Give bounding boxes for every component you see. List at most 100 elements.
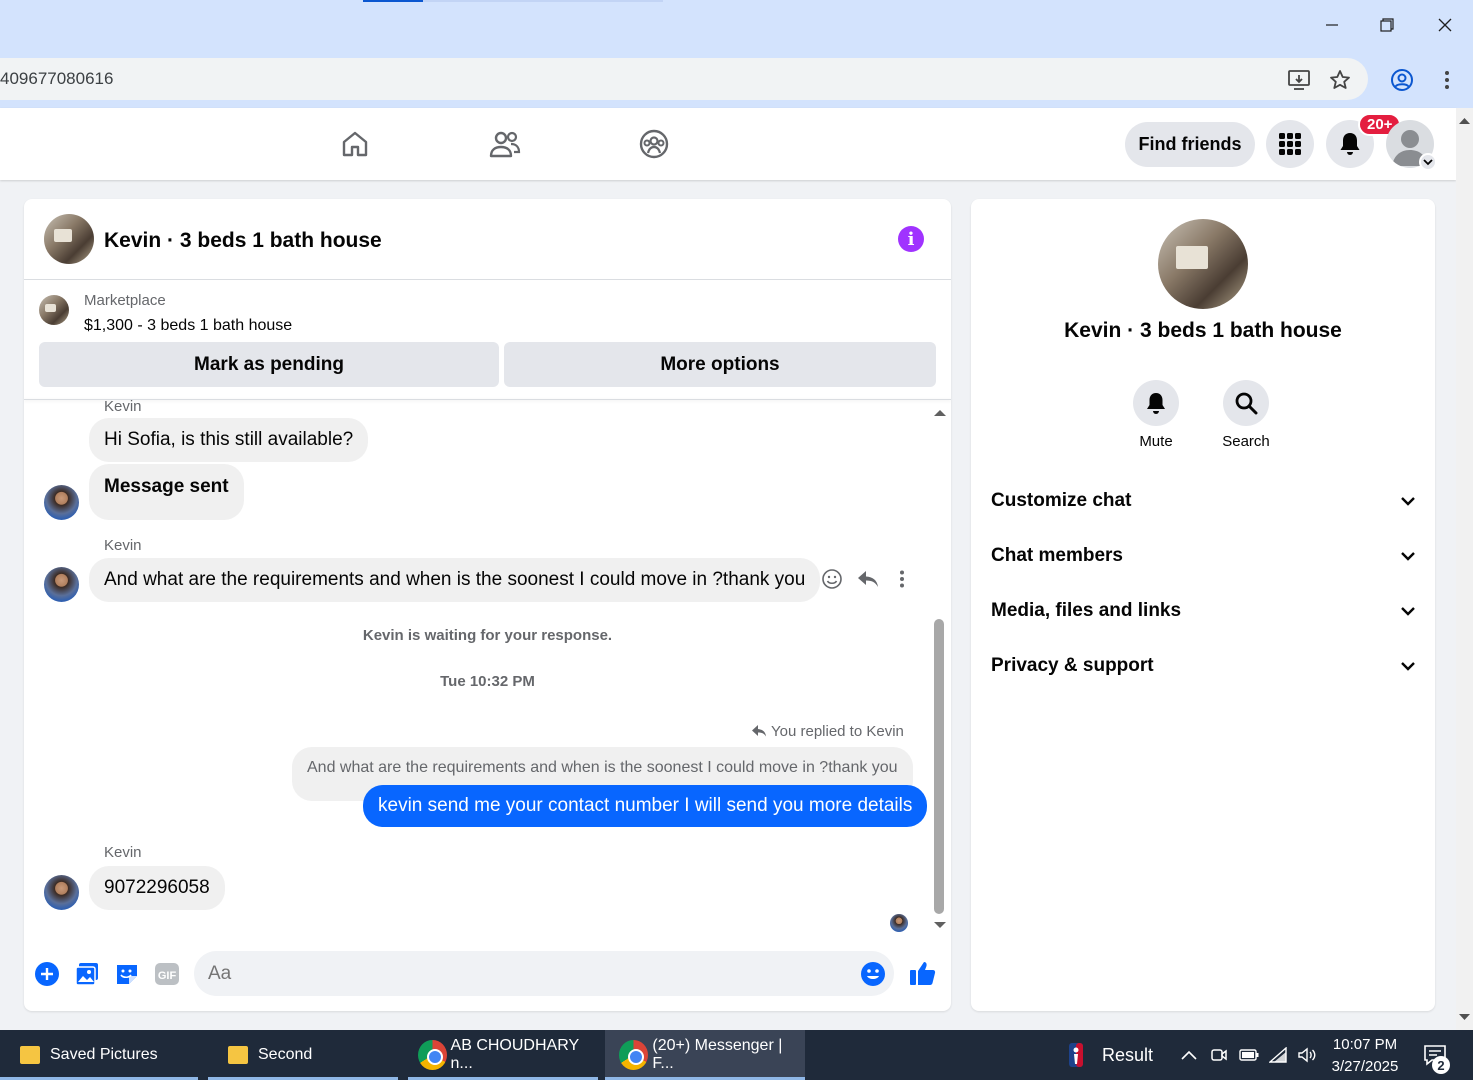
mute-label: Mute xyxy=(1139,433,1173,450)
message-bubble[interactable]: Hi Sofia, is this still available? xyxy=(89,418,369,462)
info-panel-title: Kevin · 3 beds 1 bath house xyxy=(1064,319,1342,342)
friends-icon[interactable] xyxy=(487,126,523,162)
search-in-conversation-button[interactable] xyxy=(1223,380,1269,426)
meet-now-icon[interactable] xyxy=(1209,1045,1229,1065)
profile-account-icon[interactable] xyxy=(1388,66,1416,94)
conversation-info-panel: Kevin · 3 beds 1 bath house Mute Search … xyxy=(971,199,1435,1011)
thumbs-up-icon xyxy=(910,962,936,985)
marketplace-label: Marketplace xyxy=(84,292,166,309)
sender-name: Kevin xyxy=(104,844,142,861)
reply-label: You replied to Kevin xyxy=(771,723,904,740)
info-icon[interactable]: i xyxy=(898,226,924,252)
account-chevron-icon[interactable] xyxy=(1419,153,1437,171)
taskbar-clock[interactable]: 10:07 PM 3/27/2025 xyxy=(1320,1034,1410,1078)
browser-menu-icon[interactable] xyxy=(1433,66,1461,94)
react-emoji-icon[interactable] xyxy=(821,568,843,590)
chevron-down-icon xyxy=(1401,551,1415,561)
restore-icon xyxy=(1380,18,1394,32)
attach-photo-button[interactable] xyxy=(74,961,100,987)
replied-arrow-icon xyxy=(751,724,767,738)
tab-strip xyxy=(423,0,663,2)
groups-icon[interactable] xyxy=(636,126,672,162)
add-more-button[interactable] xyxy=(34,961,60,987)
listing-price[interactable]: $1,300 - 3 beds 1 bath house xyxy=(84,317,292,335)
minimize-button[interactable] xyxy=(1317,10,1347,40)
waiting-note: Kevin is waiting for your response. xyxy=(362,627,613,644)
mark-as-pending-button[interactable]: Mark as pending xyxy=(39,342,499,387)
section-label: Privacy & support xyxy=(991,655,1154,676)
seen-indicator-avatar xyxy=(890,914,908,932)
grid-icon xyxy=(1279,133,1301,155)
sticker-icon xyxy=(117,965,137,984)
message-bubble[interactable]: And what are the requirements and when i… xyxy=(89,558,821,602)
chrome-icon xyxy=(418,1040,447,1070)
message-input-box[interactable] xyxy=(194,951,894,996)
url-text: 409677080616 xyxy=(0,69,114,88)
chevron-down-icon xyxy=(1401,606,1415,616)
bell-icon xyxy=(1147,393,1165,414)
address-bar[interactable]: 409677080616 xyxy=(0,58,1368,100)
taskbar-chrome-messenger[interactable]: (20+) Messenger | F... xyxy=(605,1030,805,1080)
message-input[interactable] xyxy=(208,963,808,985)
bell-icon xyxy=(1340,133,1360,155)
show-hidden-icons[interactable] xyxy=(1179,1045,1199,1065)
kevin-avatar[interactable] xyxy=(44,875,79,910)
sticker-button[interactable] xyxy=(114,961,140,987)
privacy-support-row[interactable]: Privacy & support xyxy=(991,646,1415,686)
chat-title[interactable]: Kevin · 3 beds 1 bath house xyxy=(104,229,382,253)
taskbar-saved-pictures[interactable]: Saved Pictures xyxy=(0,1030,198,1080)
gif-button[interactable]: GIF xyxy=(154,962,180,986)
customize-chat-row[interactable]: Customize chat xyxy=(991,481,1415,521)
like-button[interactable] xyxy=(909,959,937,987)
close-icon xyxy=(1438,18,1452,32)
more-options-button[interactable]: More options xyxy=(504,342,936,387)
mute-button[interactable] xyxy=(1133,380,1179,426)
volume-icon[interactable] xyxy=(1297,1045,1317,1065)
kevin-avatar[interactable] xyxy=(44,567,79,602)
message-bubble[interactable]: 9072296058 xyxy=(89,866,225,910)
photo-icon xyxy=(75,963,98,986)
bookmark-star-icon[interactable] xyxy=(1326,66,1354,94)
browser-titlebar xyxy=(0,0,1473,50)
media-files-links-row[interactable]: Media, files and links xyxy=(991,591,1415,631)
message-bubble[interactable]: Message sent xyxy=(89,464,244,520)
taskbar-label: (20+) Messenger | F... xyxy=(652,1037,783,1072)
search-icon xyxy=(1235,392,1258,415)
install-app-icon[interactable] xyxy=(1285,66,1313,94)
chat-scroll-thumb[interactable] xyxy=(934,619,944,914)
chat-members-row[interactable]: Chat members xyxy=(991,536,1415,576)
marketplace-divider xyxy=(24,399,951,400)
chrome-icon xyxy=(619,1040,649,1070)
kevin-avatar[interactable] xyxy=(44,485,79,520)
marketplace-thumbnail[interactable] xyxy=(39,295,69,325)
taskbar-news-widget[interactable]: Result xyxy=(1068,1030,1158,1080)
folder-icon xyxy=(20,1046,40,1064)
find-friends-button[interactable]: Find friends xyxy=(1125,122,1255,167)
home-icon[interactable] xyxy=(337,126,373,162)
reply-icon[interactable] xyxy=(856,568,880,590)
wifi-icon[interactable] xyxy=(1269,1045,1289,1065)
chat-panel: Kevin · 3 beds 1 bath house i Marketplac… xyxy=(24,199,951,1011)
menu-grid-button[interactable] xyxy=(1266,120,1314,168)
news-text: Result xyxy=(1102,1044,1154,1065)
sender-name: Kevin xyxy=(104,537,142,554)
close-window-button[interactable] xyxy=(1430,10,1460,40)
battery-icon[interactable] xyxy=(1239,1045,1259,1065)
sender-name: Kevin xyxy=(104,398,142,415)
taskbar-label: Saved Pictures xyxy=(50,1046,158,1063)
clock-date: 3/27/2025 xyxy=(1331,1058,1399,1075)
taskbar-second[interactable]: Second xyxy=(208,1030,398,1080)
listing-avatar[interactable] xyxy=(44,214,94,264)
my-message-bubble[interactable]: kevin send me your contact number I will… xyxy=(363,785,928,827)
listing-large-avatar[interactable] xyxy=(1158,219,1248,309)
minimize-icon xyxy=(1326,24,1338,26)
emoji-button[interactable] xyxy=(860,961,886,987)
chevron-down-icon xyxy=(1401,496,1415,506)
clock-time: 10:07 PM xyxy=(1332,1036,1398,1053)
header-divider xyxy=(24,279,951,280)
page-scrollbar[interactable] xyxy=(1456,108,1473,1030)
taskbar-chrome-ab-choudhary[interactable]: AB CHOUDHARY n... xyxy=(408,1030,598,1080)
restore-button[interactable] xyxy=(1372,10,1402,40)
more-actions-icon[interactable] xyxy=(899,570,905,588)
section-label: Media, files and links xyxy=(991,600,1182,621)
